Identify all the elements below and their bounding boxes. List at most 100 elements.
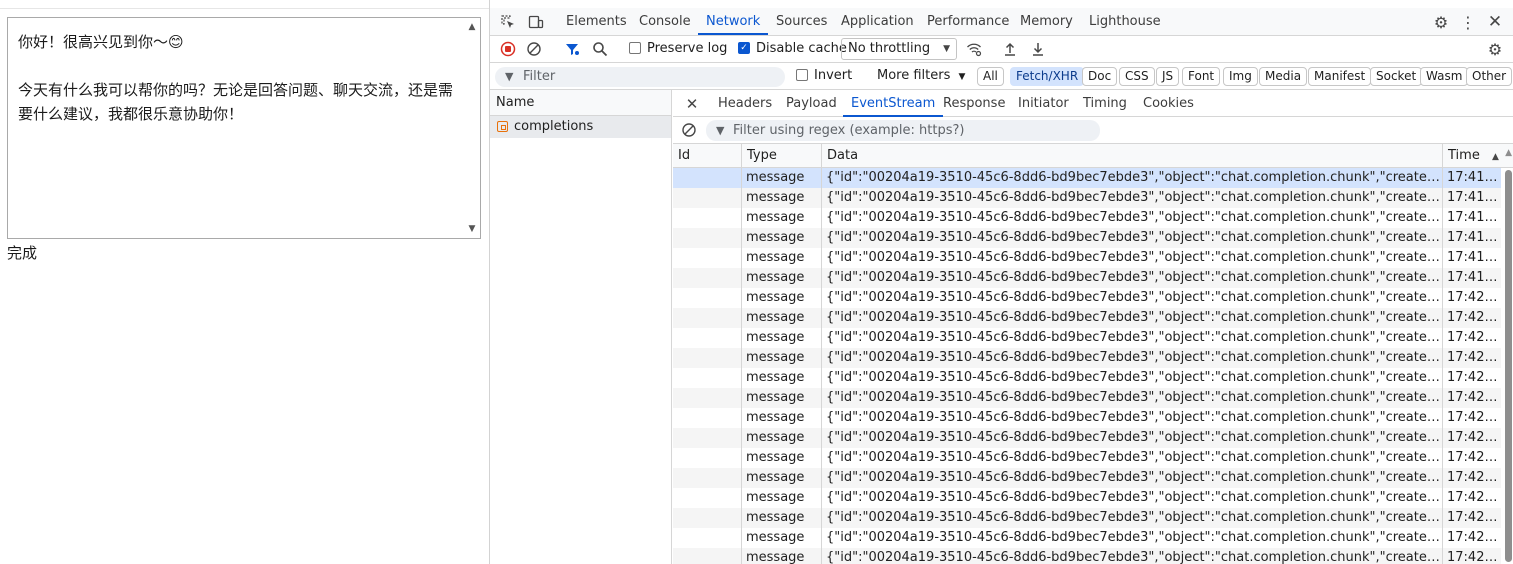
time-cell: 17:42:0... bbox=[1442, 528, 1501, 548]
table-row[interactable]: message {"id":"00204a19-3510-45c6-8dd6-bd… bbox=[673, 488, 1501, 508]
chip-all[interactable]: All bbox=[977, 67, 1004, 86]
preserve-log-checkbox[interactable] bbox=[629, 42, 641, 54]
close-details-icon[interactable]: ✕ bbox=[682, 94, 702, 114]
more-filters-label: More filters bbox=[877, 68, 951, 83]
table-row[interactable]: message {"id":"00204a19-3510-45c6-8dd6-bd… bbox=[673, 228, 1501, 248]
inspect-element-icon[interactable] bbox=[498, 12, 518, 32]
time-cell: 17:42:0... bbox=[1442, 448, 1501, 468]
invert-checkbox[interactable] bbox=[796, 69, 808, 81]
table-row[interactable]: message {"id":"00204a19-3510-45c6-8dd6-bd… bbox=[673, 508, 1501, 528]
type-cell: message bbox=[741, 528, 821, 548]
chip-img[interactable]: Img bbox=[1223, 67, 1258, 86]
name-column-header[interactable]: Name bbox=[490, 90, 671, 116]
table-row[interactable]: message {"id":"00204a19-3510-45c6-8dd6-bd… bbox=[673, 408, 1501, 428]
id-cell bbox=[673, 528, 741, 548]
chip-fetch-xhr[interactable]: Fetch/XHR bbox=[1010, 67, 1085, 86]
tab-performance[interactable]: Performance bbox=[927, 8, 1009, 35]
table-row[interactable]: message {"id":"00204a19-3510-45c6-8dd6-bd… bbox=[673, 328, 1501, 348]
device-toolbar-icon[interactable] bbox=[526, 12, 546, 32]
search-icon[interactable] bbox=[590, 39, 610, 59]
id-column-header[interactable]: Id bbox=[673, 144, 741, 168]
id-cell bbox=[673, 468, 741, 488]
more-options-icon[interactable]: ⋮ bbox=[1458, 12, 1478, 32]
table-row[interactable]: message {"id":"00204a19-3510-45c6-8dd6-bd… bbox=[673, 528, 1501, 548]
table-row[interactable]: message {"id":"00204a19-3510-45c6-8dd6-bd… bbox=[673, 168, 1501, 188]
table-row[interactable]: message {"id":"00204a19-3510-45c6-8dd6-bd… bbox=[673, 348, 1501, 368]
tab-sources[interactable]: Sources bbox=[776, 8, 827, 35]
tab-memory[interactable]: Memory bbox=[1020, 8, 1073, 35]
table-row[interactable]: message {"id":"00204a19-3510-45c6-8dd6-bd… bbox=[673, 468, 1501, 488]
scrollbar-thumb[interactable] bbox=[1505, 170, 1512, 562]
network-settings-gear-icon[interactable]: ⚙ bbox=[1485, 39, 1505, 59]
chip-socket[interactable]: Socket bbox=[1370, 67, 1423, 86]
scroll-up-arrow-icon[interactable]: ▲ bbox=[1505, 148, 1512, 158]
data-cell: {"id":"00204a19-3510-45c6-8dd6-bd9bec7eb… bbox=[821, 228, 1442, 248]
chip-doc[interactable]: Doc bbox=[1082, 67, 1118, 86]
import-har-icon[interactable] bbox=[1000, 39, 1020, 59]
tab-response[interactable]: Response bbox=[943, 90, 1005, 117]
tab-cookies[interactable]: Cookies bbox=[1143, 90, 1194, 117]
time-cell: 17:42:0... bbox=[1442, 548, 1501, 564]
table-row[interactable]: message {"id":"00204a19-3510-45c6-8dd6-bd… bbox=[673, 248, 1501, 268]
chip-media[interactable]: Media bbox=[1259, 67, 1308, 86]
chip-js[interactable]: JS bbox=[1156, 67, 1180, 86]
tab-headers[interactable]: Headers bbox=[718, 90, 772, 117]
type-cell: message bbox=[741, 428, 821, 448]
chip-css[interactable]: CSS bbox=[1119, 67, 1155, 86]
chip-font[interactable]: Font bbox=[1182, 67, 1221, 86]
type-cell: message bbox=[741, 328, 821, 348]
table-row[interactable]: message {"id":"00204a19-3510-45c6-8dd6-bd… bbox=[673, 268, 1501, 288]
tab-application[interactable]: Application bbox=[841, 8, 914, 35]
table-row[interactable]: message {"id":"00204a19-3510-45c6-8dd6-bd… bbox=[673, 428, 1501, 448]
tab-eventstream[interactable]: EventStream bbox=[842, 90, 944, 117]
time-cell: 17:42:0... bbox=[1442, 348, 1501, 368]
throttling-select[interactable]: No throttling ▼ bbox=[841, 38, 957, 60]
network-conditions-icon[interactable] bbox=[964, 39, 984, 59]
table-row[interactable]: message {"id":"00204a19-3510-45c6-8dd6-bd… bbox=[673, 368, 1501, 388]
tab-initiator[interactable]: Initiator bbox=[1018, 90, 1069, 117]
close-devtools-icon[interactable]: ✕ bbox=[1485, 12, 1505, 32]
clear-messages-icon[interactable] bbox=[679, 120, 699, 140]
disable-cache-checkbox[interactable]: ✓ bbox=[738, 42, 750, 54]
table-row[interactable]: message {"id":"00204a19-3510-45c6-8dd6-bd… bbox=[673, 388, 1501, 408]
regex-filter-placeholder: Filter using regex (example: https?) bbox=[733, 123, 965, 138]
id-cell bbox=[673, 308, 741, 328]
table-row[interactable]: message {"id":"00204a19-3510-45c6-8dd6-bd… bbox=[673, 188, 1501, 208]
chip-wasm[interactable]: Wasm bbox=[1420, 67, 1469, 86]
type-column-header[interactable]: Type bbox=[741, 144, 821, 168]
data-cell: {"id":"00204a19-3510-45c6-8dd6-bd9bec7eb… bbox=[821, 288, 1442, 308]
output-textarea[interactable]: 你好！很高兴见到你～😊 今天有什么我可以帮你的吗？无论是回答问题、聊天交流，还是… bbox=[7, 17, 481, 239]
request-list: Name completions bbox=[490, 90, 672, 564]
request-row-completions[interactable]: completions bbox=[490, 116, 671, 138]
table-row[interactable]: message {"id":"00204a19-3510-45c6-8dd6-bd… bbox=[673, 308, 1501, 328]
scroll-up-arrow-icon[interactable]: ▲ bbox=[467, 22, 477, 32]
table-row[interactable]: message {"id":"00204a19-3510-45c6-8dd6-bd… bbox=[673, 448, 1501, 468]
filter-input[interactable]: ▼ Filter bbox=[495, 67, 785, 87]
regex-filter-input[interactable]: ▼ Filter using regex (example: https?) bbox=[706, 120, 1100, 141]
tab-network[interactable]: Network bbox=[697, 8, 769, 35]
tab-elements[interactable]: Elements bbox=[566, 8, 627, 35]
time-column-header[interactable]: Time ▲ bbox=[1442, 144, 1513, 168]
more-filters-button[interactable]: More filters ▼ bbox=[877, 68, 965, 83]
filter-funnel-icon[interactable] bbox=[562, 39, 582, 59]
tab-timing[interactable]: Timing bbox=[1083, 90, 1127, 117]
tab-console[interactable]: Console bbox=[639, 8, 691, 35]
detail-tabs: ✕ Headers Payload EventStream Response I… bbox=[673, 90, 1513, 117]
table-row[interactable]: message {"id":"00204a19-3510-45c6-8dd6-bd… bbox=[673, 288, 1501, 308]
data-cell: {"id":"00204a19-3510-45c6-8dd6-bd9bec7eb… bbox=[821, 528, 1442, 548]
table-row[interactable]: message {"id":"00204a19-3510-45c6-8dd6-bd… bbox=[673, 548, 1501, 564]
stop-recording-icon[interactable] bbox=[498, 39, 518, 59]
export-har-icon[interactable] bbox=[1028, 39, 1048, 59]
settings-gear-icon[interactable]: ⚙ bbox=[1431, 12, 1451, 32]
vertical-scrollbar[interactable] bbox=[1504, 168, 1512, 564]
data-column-header[interactable]: Data bbox=[821, 144, 1442, 168]
scroll-down-arrow-icon[interactable]: ▼ bbox=[467, 224, 477, 234]
table-row[interactable]: message {"id":"00204a19-3510-45c6-8dd6-bd… bbox=[673, 208, 1501, 228]
tab-payload[interactable]: Payload bbox=[786, 90, 837, 117]
chevron-down-icon: ▼ bbox=[943, 44, 950, 54]
chip-manifest[interactable]: Manifest bbox=[1308, 67, 1372, 86]
clear-icon[interactable] bbox=[524, 39, 544, 59]
chip-other[interactable]: Other bbox=[1466, 67, 1513, 86]
data-cell: {"id":"00204a19-3510-45c6-8dd6-bd9bec7eb… bbox=[821, 488, 1442, 508]
tab-lighthouse[interactable]: Lighthouse bbox=[1089, 8, 1161, 35]
